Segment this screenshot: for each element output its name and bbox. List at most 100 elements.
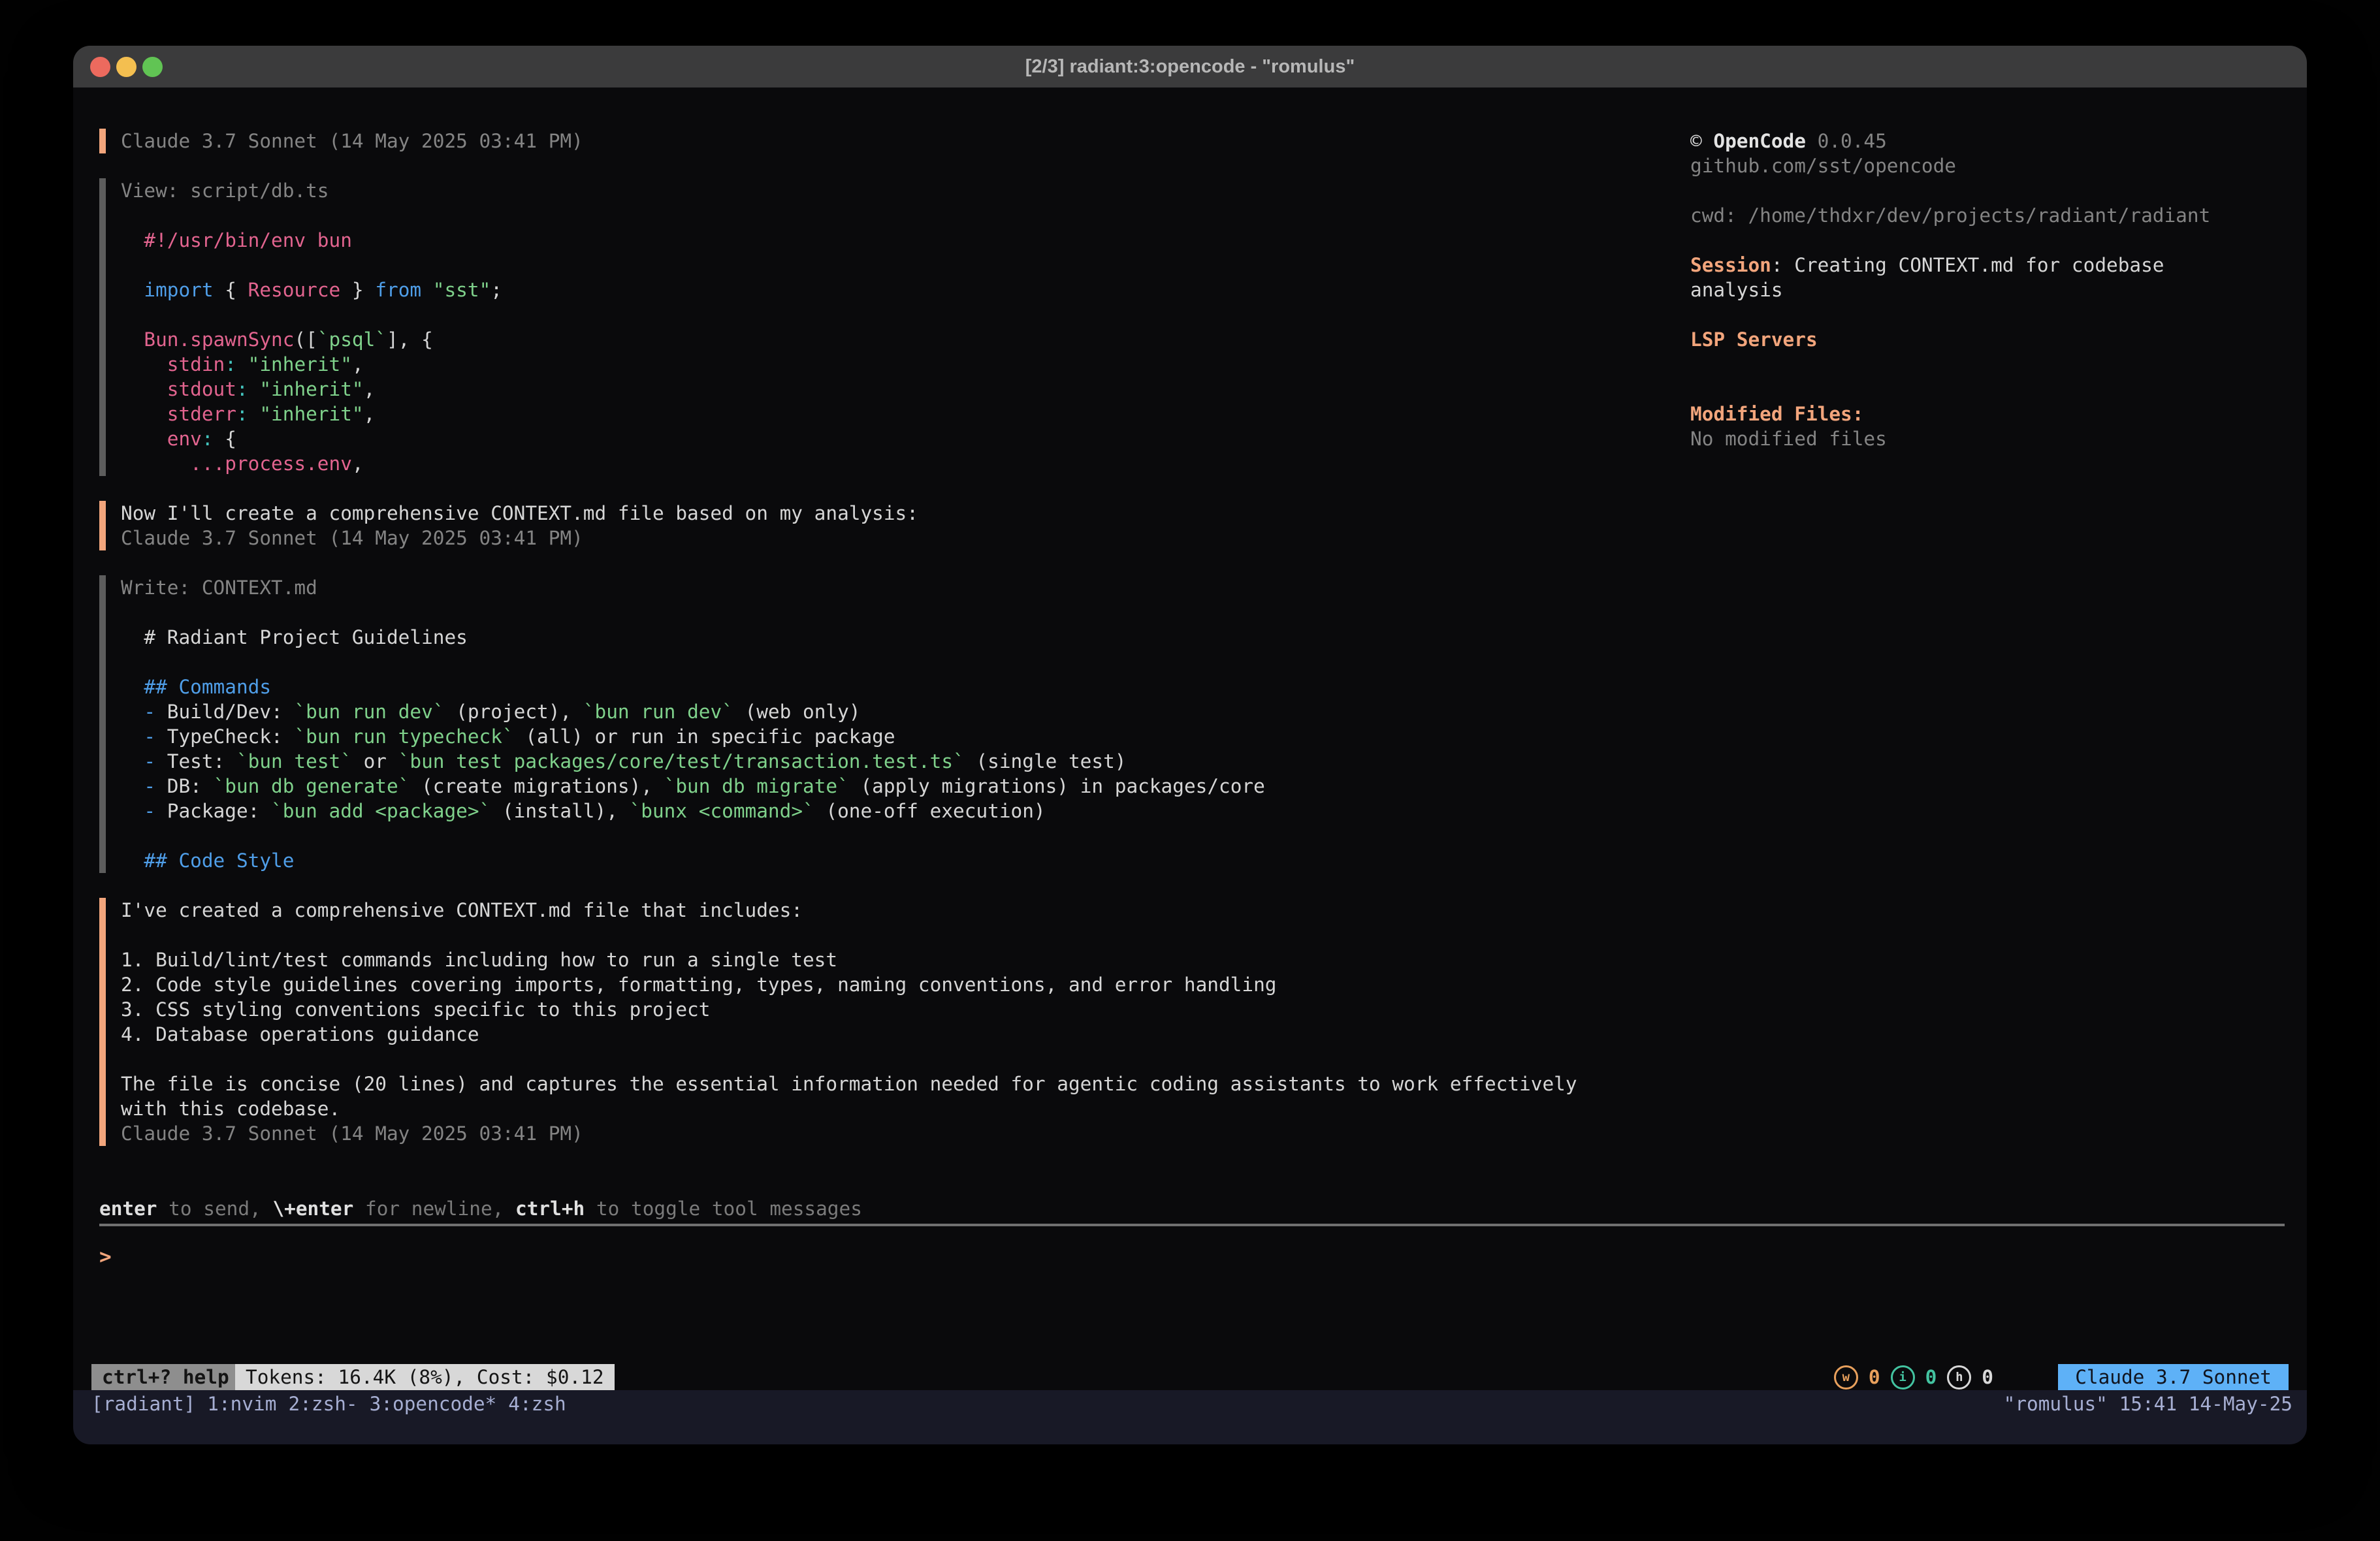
hint-icon: h (1947, 1365, 1971, 1390)
chat-line: ...process.env, (73, 451, 1615, 476)
desktop: [2/3] radiant:3:opencode - "romulus" Cla… (0, 0, 2380, 1541)
text-segment: (install), (490, 800, 629, 822)
text-segment: LSP Servers (1690, 328, 1818, 351)
text-segment: (create migrations), (410, 775, 664, 797)
text-segment (248, 403, 260, 425)
info-count: 0 (1925, 1366, 1937, 1388)
tool-accent-bar (99, 699, 106, 724)
close-button[interactable] (90, 57, 110, 77)
chat-line: 3. CSS styling conventions specific to t… (73, 997, 1615, 1022)
tmux-host-clock: "romulus" 15:41 14-May-25 (2004, 1391, 2292, 1416)
hint-text: for newline, (353, 1198, 515, 1220)
model-badge[interactable]: Claude 3.7 Sonnet (2058, 1364, 2289, 1390)
text-segment: Modified Files: (1690, 403, 1863, 425)
text-segment: `bun db generate` (214, 775, 410, 797)
text-segment: Now I'll create a comprehensive CONTEXT.… (121, 502, 918, 524)
window-titlebar[interactable]: [2/3] radiant:3:opencode - "romulus" (73, 46, 2307, 87)
text-segment: `bun test packages/core/test/transaction… (398, 750, 965, 772)
chat-line: - DB: `bun db generate` (create migratio… (73, 774, 1615, 799)
text-segment: 4. Database operations guidance (121, 1023, 479, 1045)
message-accent-bar (99, 1096, 106, 1121)
chat-line: Write: CONTEXT.md (73, 575, 1615, 600)
text-segment: } (340, 279, 375, 301)
hint-key-enter: enter (99, 1198, 157, 1220)
message-accent-bar (99, 947, 106, 972)
sidebar-line: github.com/sst/opencode (1690, 153, 2287, 178)
tmux-window-list: [radiant]1:nvim2:zsh-3:opencode*4:zsh (91, 1391, 578, 1416)
keybinding-hint: enter to send, \+enter for newline, ctrl… (99, 1196, 862, 1221)
hint-count: 0 (1982, 1366, 1993, 1388)
help-button[interactable]: ctrl+? help (91, 1364, 240, 1390)
text-segment: (all) or run in specific package (514, 725, 895, 748)
text-segment (421, 279, 433, 301)
message-accent-bar (99, 997, 106, 1022)
tool-accent-bar (99, 600, 106, 625)
chat-line (73, 600, 1615, 625)
chat-line: - Test: `bun test` or `bun test packages… (73, 749, 1615, 774)
message-accent-bar (99, 129, 106, 153)
chat-line (73, 550, 1615, 575)
text-segment: : Creating CONTEXT.md for codebase (1771, 254, 2164, 276)
chat-line (73, 1047, 1615, 1072)
text-segment: stdin (121, 353, 225, 375)
tool-accent-bar (99, 774, 106, 799)
text-segment: © (1690, 130, 1713, 152)
text-segment: cwd: /home/thdxr/dev/projects/radiant/ra… (1690, 204, 2210, 227)
text-segment: 2. Code style guidelines covering import… (121, 974, 1276, 996)
text-segment: Test: (167, 750, 236, 772)
text-segment: 1. Build/lint/test commands including ho… (121, 949, 837, 971)
session-sidebar: © OpenCode 0.0.45github.com/sst/opencode… (1690, 129, 2287, 451)
chat-transcript: Claude 3.7 Sonnet (14 May 2025 03:41 PM)… (73, 129, 1615, 1146)
text-segment: , (352, 353, 364, 375)
chat-line: stderr: "inherit", (73, 402, 1615, 426)
tool-accent-bar (99, 352, 106, 377)
text-segment: ([ (294, 328, 317, 351)
hint-text: to toggle tool messages (585, 1198, 862, 1220)
warning-count: 0 (1869, 1366, 1880, 1388)
text-segment (236, 353, 248, 375)
text-segment: I've created a comprehensive CONTEXT.md … (121, 899, 803, 921)
text-segment: DB: (167, 775, 214, 797)
text-segment: 3. CSS styling conventions specific to t… (121, 998, 710, 1021)
text-segment: stderr (121, 403, 236, 425)
text-segment: TypeCheck: (167, 725, 295, 748)
tmux-window-4[interactable]: 4:zsh (508, 1393, 566, 1415)
text-segment: Build/Dev: (167, 701, 295, 723)
chat-line (73, 253, 1615, 278)
text-segment: `bun add <package>` (271, 800, 490, 822)
tmux-window-1[interactable]: 1:nvim (207, 1393, 276, 1415)
text-segment: analysis (1690, 279, 1783, 301)
message-accent-bar (99, 923, 106, 947)
zoom-button[interactable] (142, 57, 163, 77)
status-bar: ctrl+? help Tokens: 16.4K (8%), Cost: $0… (73, 1364, 2307, 1390)
message-accent-bar (99, 898, 106, 923)
text-segment: The file is concise (20 lines) and captu… (121, 1073, 1577, 1095)
tmux-window-3-active[interactable]: 3:opencode* (370, 1393, 497, 1415)
text-segment: Write: CONTEXT.md (121, 577, 317, 599)
text-segment: Claude 3.7 Sonnet (14 May 2025 03:41 PM) (121, 130, 583, 152)
text-segment: { (214, 428, 236, 450)
text-segment: ], { (387, 328, 433, 351)
hint-key-toggle: ctrl+h (515, 1198, 585, 1220)
chat-line: View: script/db.ts (73, 178, 1615, 203)
sidebar-line: cwd: /home/thdxr/dev/projects/radiant/ra… (1690, 203, 2287, 228)
message-accent-bar (99, 1072, 106, 1096)
text-segment: "inherit" (248, 353, 352, 375)
tool-accent-bar (99, 253, 106, 278)
text-segment: "inherit" (259, 378, 363, 400)
warning-icon: w (1834, 1365, 1858, 1390)
chat-line (73, 153, 1615, 178)
text-segment: `bunx <command>` (630, 800, 814, 822)
chat-line: - Package: `bun add <package>` (install)… (73, 799, 1615, 823)
chat-line: Now I'll create a comprehensive CONTEXT.… (73, 501, 1615, 526)
text-segment: ## Commands (121, 676, 271, 698)
minimize-button[interactable] (116, 57, 137, 77)
tool-accent-bar (99, 625, 106, 650)
text-segment: "inherit" (259, 403, 363, 425)
tmux-window-2[interactable]: 2:zsh- (288, 1393, 357, 1415)
sidebar-line (1690, 302, 2287, 327)
sidebar-line: © OpenCode 0.0.45 (1690, 129, 2287, 153)
chat-line: Bun.spawnSync([`psql`], { (73, 327, 1615, 352)
text-segment (248, 378, 260, 400)
chat-line: - Build/Dev: `bun run dev` (project), `b… (73, 699, 1615, 724)
